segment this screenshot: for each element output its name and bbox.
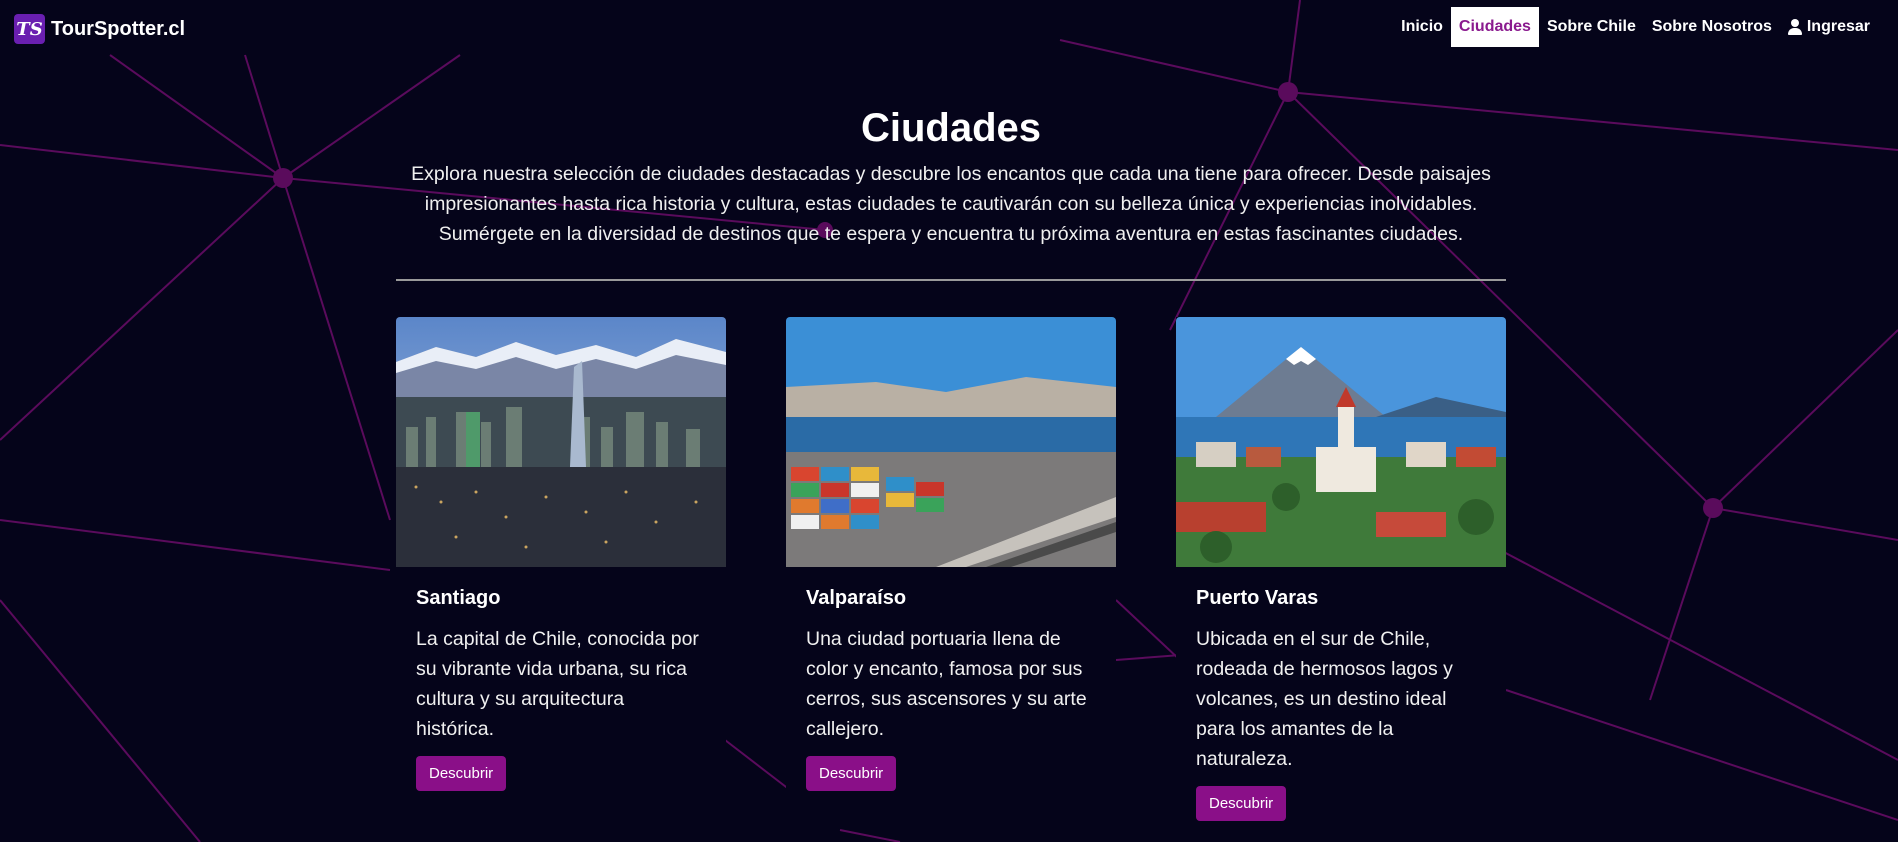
- puerto-varas-image: [1176, 317, 1506, 567]
- valparaiso-image: [786, 317, 1116, 567]
- intro-paragraph: Explora nuestra selección de ciudades de…: [411, 163, 1491, 245]
- main-content: Ciudades Explora nuestra selección de ci…: [396, 100, 1506, 821]
- city-card-valparaiso: Valparaíso Una ciudad portuaria llena de…: [786, 317, 1116, 821]
- discover-button-santiago[interactable]: Descubrir: [416, 756, 507, 791]
- discover-button-puerto-varas[interactable]: Descubrir: [1196, 786, 1287, 821]
- city-cards: Santiago La capital de Chile, conocida p…: [396, 317, 1506, 821]
- card-title: Santiago: [416, 587, 501, 609]
- santiago-image: [396, 317, 726, 567]
- page-title: Ciudades: [860, 106, 1042, 150]
- card-text: Ubicada en el sur de Chile, rodeada de h…: [1196, 628, 1453, 770]
- city-card-puerto-varas: Puerto Varas Ubicada en el sur de Chile,…: [1176, 317, 1506, 821]
- nav-links: Inicio Ciudades Sobre Chile Sobre Nosotr…: [1393, 7, 1878, 47]
- brand-link[interactable]: TS TourSpotter.cl: [14, 14, 185, 44]
- discover-button-valparaiso[interactable]: Descubrir: [806, 756, 897, 791]
- nav-link-ciudades[interactable]: Ciudades: [1450, 7, 1539, 47]
- card-body: Valparaíso Una ciudad portuaria llena de…: [786, 567, 1116, 791]
- top-navbar: TS TourSpotter.cl Inicio Ciudades Sobre …: [0, 0, 1898, 56]
- card-text: Una ciudad portuaria llena de color y en…: [806, 628, 1087, 740]
- card-body: Puerto Varas Ubicada en el sur de Chile,…: [1176, 567, 1506, 821]
- brand-name: TourSpotter.cl: [51, 17, 186, 40]
- nav-link-sobre-nosotros[interactable]: Sobre Nosotros: [1644, 7, 1780, 47]
- nav-link-inicio[interactable]: Inicio: [1393, 7, 1451, 47]
- city-card-santiago: Santiago La capital de Chile, conocida p…: [396, 317, 726, 821]
- user-icon: [1787, 19, 1802, 35]
- login-link[interactable]: Ingresar: [1780, 7, 1878, 47]
- nav-link-sobre-chile[interactable]: Sobre Chile: [1539, 7, 1644, 47]
- card-title: Puerto Varas: [1196, 587, 1319, 609]
- brand-logo: TS: [14, 14, 45, 44]
- card-title: Valparaíso: [806, 587, 907, 609]
- login-label: Ingresar: [1806, 18, 1870, 35]
- card-body: Santiago La capital de Chile, conocida p…: [396, 567, 726, 791]
- section-divider: [396, 279, 1506, 281]
- card-text: La capital de Chile, conocida por su vib…: [416, 628, 699, 740]
